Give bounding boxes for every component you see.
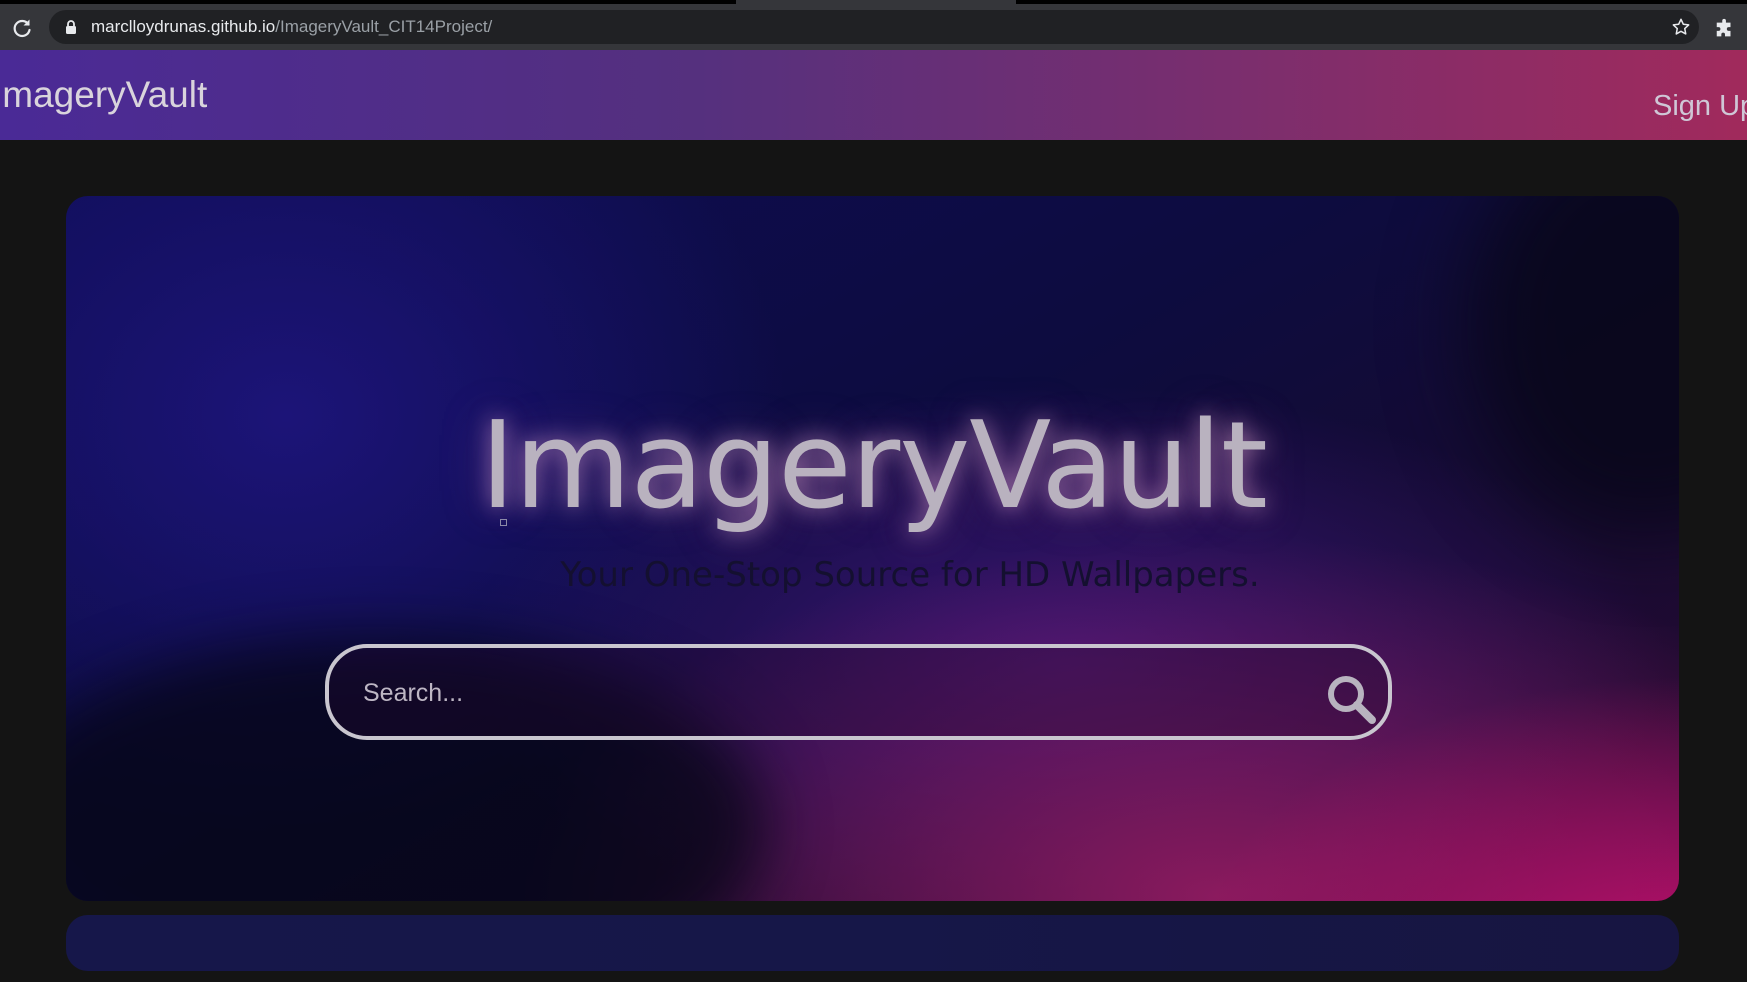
url-path: /ImageryVault_CIT14Project/ xyxy=(275,17,493,36)
site-header: ImageryVault Sign Up xyxy=(0,50,1747,140)
lock-icon[interactable] xyxy=(63,19,79,35)
cursor-marker xyxy=(500,519,507,526)
hero-subtitle: Your One-Stop Source for HD Wallpapers. xyxy=(560,555,1260,595)
next-section-card xyxy=(66,915,1679,971)
browser-toolbar: marclloydrunas.github.io/ImageryVault_CI… xyxy=(0,4,1747,50)
url-text[interactable]: marclloydrunas.github.io/ImageryVault_CI… xyxy=(91,10,492,44)
address-bar[interactable]: marclloydrunas.github.io/ImageryVault_CI… xyxy=(49,10,1699,44)
sign-up-link[interactable]: Sign Up xyxy=(1653,90,1747,123)
hero-banner xyxy=(66,196,1679,901)
reload-icon[interactable] xyxy=(10,16,34,40)
search-input[interactable] xyxy=(361,648,1245,738)
extensions-icon[interactable] xyxy=(1714,18,1736,40)
url-host: marclloydrunas.github.io xyxy=(91,17,276,36)
search-icon[interactable] xyxy=(1324,672,1378,726)
search-bar[interactable] xyxy=(325,644,1392,740)
brand-logo[interactable]: ImageryVault xyxy=(0,74,207,116)
star-icon[interactable] xyxy=(1671,17,1691,37)
hero-title: ImageryVault xyxy=(480,397,1268,536)
